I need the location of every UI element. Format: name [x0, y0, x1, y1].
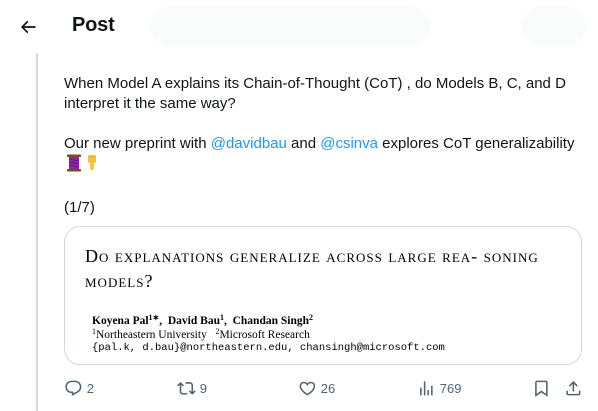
- arrow-left-icon: [20, 20, 36, 34]
- repost-icon: [177, 381, 196, 395]
- author-affiliation-mark: 1∗: [148, 313, 160, 322]
- analytics-icon: [420, 380, 433, 396]
- pointing-down-icon: [84, 154, 100, 178]
- bookmark-button[interactable]: [532, 376, 551, 400]
- post-action-bar: 2 9 26 769: [64, 376, 584, 400]
- mention-link-davidbau[interactable]: @davidbau: [211, 135, 287, 152]
- paper-emails: {pal.k, d.bau}@northeastern.edu, chansin…: [92, 342, 445, 354]
- post-paragraph-announcement: Our new preprint with @davidbau and @csi…: [64, 134, 584, 178]
- author-name: David Bau: [167, 315, 220, 327]
- author-affiliation-mark: 1: [219, 313, 224, 322]
- top-bar: Post: [0, 0, 598, 53]
- views-button[interactable]: 769: [417, 376, 461, 400]
- repost-button[interactable]: 9: [177, 376, 207, 400]
- affiliation-name: Northeastern University: [96, 329, 207, 341]
- like-count: 26: [320, 380, 336, 396]
- thread-icon: [66, 154, 82, 178]
- paper-authors: Koyena Pal1∗, David Bau1, Chandan Singh2: [92, 313, 313, 327]
- text-suffix: explores CoT generalizability: [377, 135, 575, 152]
- attached-image-card[interactable]: Do explanations generalize across large …: [64, 226, 582, 365]
- like-button[interactable]: 26: [298, 376, 335, 400]
- author-name: Koyena Pal: [92, 315, 149, 327]
- paper-affiliations: 1Northeastern University 2Microsoft Rese…: [92, 327, 310, 341]
- header-blur-shape: [150, 6, 430, 46]
- page-title: Post: [72, 14, 115, 36]
- thread-connector-line: [36, 53, 38, 411]
- heart-icon: [299, 381, 316, 396]
- mention-link-csinva[interactable]: @csinva: [320, 135, 378, 152]
- reply-icon: [65, 380, 82, 396]
- reply-button[interactable]: 2: [64, 376, 94, 400]
- back-button[interactable]: [12, 11, 44, 43]
- header-blur-shape: [522, 6, 586, 46]
- author-affiliation-mark: 2: [309, 313, 313, 322]
- post-paragraph-question: When Model A explains its Chain-of-Thoug…: [64, 75, 566, 112]
- share-icon: [566, 380, 581, 396]
- paper-title: Do explanations generalize across large …: [85, 246, 539, 291]
- text-prefix: Our new preprint with: [64, 135, 211, 152]
- share-button[interactable]: [564, 376, 583, 400]
- post-text: When Model A explains its Chain-of-Thoug…: [64, 74, 584, 218]
- repost-count: 9: [199, 380, 207, 396]
- view-count: 769: [439, 380, 462, 396]
- bookmark-icon: [535, 380, 548, 397]
- thread-counter: (1/7): [64, 199, 95, 216]
- text-and: and: [286, 135, 321, 152]
- affiliation-name: Microsoft Research: [219, 329, 310, 341]
- author-name: Chandan Singh: [232, 315, 309, 327]
- reply-count: 2: [86, 380, 94, 396]
